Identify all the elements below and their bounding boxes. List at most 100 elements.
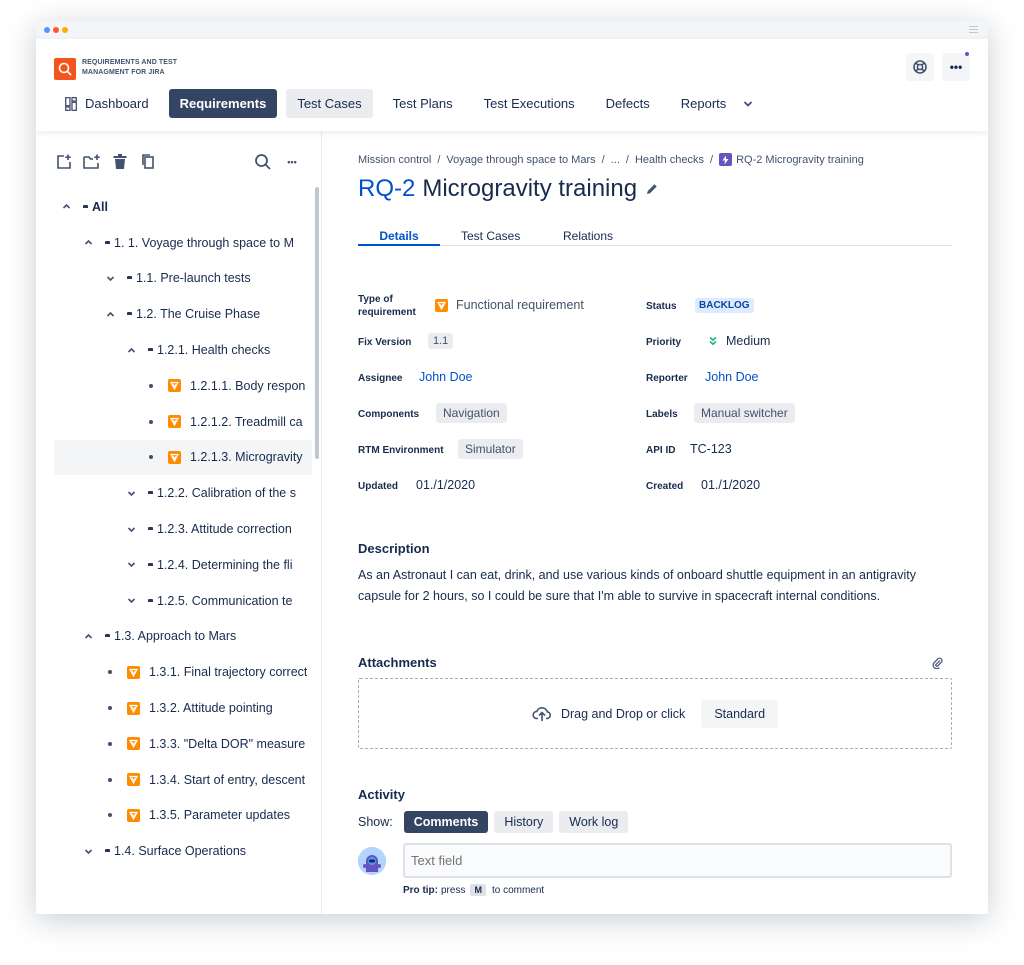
nav-requirements[interactable]: Requirements <box>168 89 278 118</box>
history-button[interactable]: History <box>494 811 554 833</box>
tab-details[interactable]: Details <box>358 229 440 246</box>
search-icon <box>255 154 271 170</box>
more-menu-button[interactable]: ••• <box>942 53 970 81</box>
chevron-down-icon[interactable] <box>125 596 137 605</box>
pro-tip-label: Pro tip: <box>403 884 438 896</box>
tree-search-button[interactable] <box>253 152 273 172</box>
help-button[interactable] <box>906 53 934 81</box>
tree-item[interactable]: 1.3.1. Final trajectory correct <box>54 654 312 690</box>
tree-item[interactable]: 1.2.1.1. Body respon <box>54 368 312 404</box>
window-dot-yellow[interactable] <box>62 27 68 33</box>
nav-test-plans[interactable]: Test Plans <box>382 89 464 118</box>
notification-dot <box>964 51 970 57</box>
components-label: Components <box>358 409 420 420</box>
breadcrumb-current[interactable]: RQ-2 Microgravity training <box>736 154 864 166</box>
tree-item[interactable]: 1.2.1. Health checks <box>54 332 312 368</box>
show-label: Show: <box>358 815 393 829</box>
priority-value[interactable]: Medium <box>708 334 770 348</box>
window-menu-icon[interactable] <box>969 26 978 33</box>
issue-key[interactable]: RQ-2 <box>358 175 415 203</box>
tree-item[interactable]: 1.3.2. Attitude pointing <box>54 690 312 726</box>
delete-button[interactable] <box>110 152 130 172</box>
nav-test-cases[interactable]: Test Cases <box>286 89 373 118</box>
breadcrumb-item[interactable]: ... <box>611 154 620 166</box>
breadcrumb-item[interactable]: Voyage through space to Mars <box>446 154 595 166</box>
comment-input[interactable] <box>403 843 952 878</box>
rtm-environment-value[interactable]: Simulator <box>458 439 523 459</box>
worklog-button[interactable]: Work log <box>559 811 629 833</box>
nav-more-dropdown[interactable] <box>737 89 759 118</box>
tree-item[interactable]: 1.4. Surface Operations <box>54 833 312 869</box>
user-avatar-icon <box>358 847 386 875</box>
fix-version-value[interactable]: 1.1 <box>428 333 454 349</box>
chevron-down-icon[interactable] <box>104 274 116 283</box>
api-id-label: API ID <box>646 445 676 456</box>
tree-item[interactable]: 1.2.1.3. Microgravity <box>54 439 312 476</box>
tree-item[interactable]: 1.2.4. Determining the fli <box>54 547 312 583</box>
tree-item[interactable]: 1.3.4. Start of entry, descent <box>54 762 312 798</box>
status-badge: BACKLOG <box>695 298 754 313</box>
tree-item[interactable]: 1.3.3. "Delta DOR" measure <box>54 726 312 762</box>
nav-reports[interactable]: Reports <box>670 89 738 118</box>
chevron-down-icon[interactable] <box>125 525 137 534</box>
tree-item[interactable]: All <box>54 189 312 225</box>
status-value[interactable]: BACKLOG <box>695 298 754 313</box>
nav-defects[interactable]: Defects <box>595 89 661 118</box>
tree-item-label: 1.2.3. Attitude correction <box>157 522 292 537</box>
tab-test-cases[interactable]: Test Cases <box>461 229 520 246</box>
tree-scrollbar[interactable] <box>315 187 319 459</box>
window-dot-blue[interactable] <box>44 27 50 33</box>
chevron-down-icon[interactable] <box>125 560 137 569</box>
tree-item[interactable]: 1.2.3. Attitude correction <box>54 511 312 547</box>
tab-relations[interactable]: Relations <box>563 229 613 246</box>
tree-item[interactable]: 1.3. Approach to Mars <box>54 619 312 655</box>
chevron-up-icon[interactable] <box>60 202 72 211</box>
copy-icon <box>142 154 154 169</box>
add-folder-icon <box>83 154 100 169</box>
tree-item[interactable]: 1.2.5. Communication te <box>54 583 312 619</box>
pro-tip: Pro tip: press M to comment <box>403 884 544 896</box>
breadcrumb-item[interactable]: Mission control <box>358 154 431 166</box>
copy-button[interactable] <box>138 152 158 172</box>
breadcrumb-separator: / <box>601 153 605 166</box>
attachment-dropzone[interactable]: Drag and Drop or click Standard <box>358 678 952 749</box>
pencil-icon <box>647 184 657 194</box>
standard-button[interactable]: Standard <box>701 699 779 728</box>
chevron-up-icon[interactable] <box>125 346 137 355</box>
breadcrumb-item[interactable]: Health checks <box>635 154 704 166</box>
chevron-down-icon[interactable] <box>82 847 94 856</box>
tree-item-label: 1.3.4. Start of entry, descent <box>149 772 306 787</box>
requirement-icon <box>127 737 140 751</box>
description-text[interactable]: As an Astronaut I can eat, drink, and us… <box>358 565 952 607</box>
tree-item[interactable]: 1.2.2. Calibration of the s <box>54 475 312 511</box>
labels-value[interactable]: Manual switcher <box>694 403 795 423</box>
avatar <box>358 847 386 875</box>
chevron-up-icon[interactable] <box>82 632 94 641</box>
assignee-value[interactable]: John Doe <box>419 370 473 384</box>
nav-dashboard[interactable]: Dashboard <box>54 89 160 118</box>
comments-button[interactable]: Comments <box>403 811 489 833</box>
paperclip-icon <box>932 657 943 670</box>
edit-title-button[interactable] <box>646 183 658 195</box>
main-nav: Dashboard Requirements Test Cases Test P… <box>54 89 768 118</box>
tree-item[interactable]: 1.2.1.2. Treadmill ca <box>54 404 312 440</box>
add-item-button[interactable] <box>54 152 74 172</box>
nav-test-executions[interactable]: Test Executions <box>473 89 586 118</box>
tree-item[interactable]: 1.2. The Cruise Phase <box>54 296 312 332</box>
add-folder-button[interactable] <box>82 152 102 172</box>
tree-item[interactable]: 1.3.5. Parameter updates <box>54 798 312 834</box>
components-value[interactable]: Navigation <box>436 403 507 423</box>
requirements-tree: All 1. 1. Voyage through space to M 1.1. P… <box>54 189 312 869</box>
tree-more-button[interactable]: ••• <box>282 152 302 172</box>
tree-item[interactable]: 1.1. Pre-launch tests <box>54 261 312 297</box>
app-logo-icon <box>58 62 72 76</box>
chevron-up-icon[interactable] <box>82 238 94 247</box>
tree-item[interactable]: 1. 1. Voyage through space to M <box>54 225 312 261</box>
chevron-up-icon[interactable] <box>104 310 116 319</box>
type-value[interactable]: Functional requirement <box>435 298 584 312</box>
window-dot-red[interactable] <box>53 27 59 33</box>
reporter-value[interactable]: John Doe <box>705 370 759 384</box>
chevron-down-icon[interactable] <box>125 489 137 498</box>
tree-item-label: 1.4. Surface Operations <box>114 844 247 859</box>
attach-button[interactable] <box>932 656 943 674</box>
